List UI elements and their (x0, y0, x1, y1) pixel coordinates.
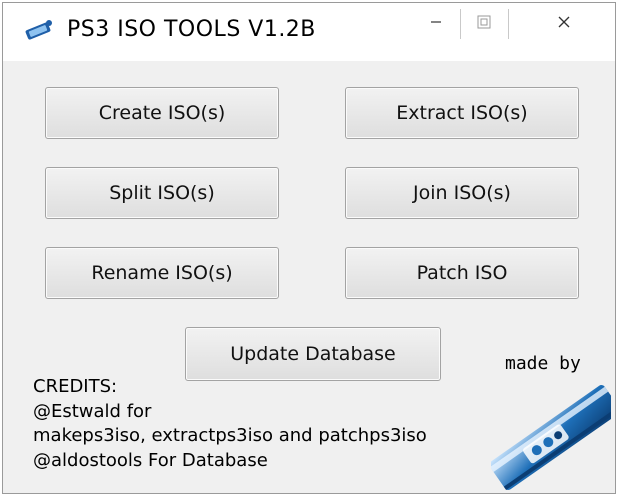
rename-iso-button[interactable]: Rename ISO(s) (45, 247, 279, 299)
split-iso-button[interactable]: Split ISO(s) (45, 167, 279, 219)
made-by-label: made by (505, 353, 581, 374)
minimize-icon (431, 21, 441, 23)
credits-line: @aldostools For Database (33, 449, 268, 471)
main-panel: Create ISO(s) Extract ISO(s) Split ISO(s… (3, 61, 615, 493)
credits-line: makeps3iso, extractps3iso and patchps3is… (33, 425, 427, 446)
window-title: PS3 ISO TOOLS V1.2B (67, 17, 316, 42)
maximize-icon (477, 15, 491, 29)
author-logo-icon (491, 385, 611, 491)
create-iso-button[interactable]: Create ISO(s) (45, 87, 279, 139)
update-database-button[interactable]: Update Database (185, 327, 441, 381)
title-bar[interactable]: PS3 ISO TOOLS V1.2B (3, 3, 615, 61)
credits-line: @Estwald for (33, 400, 152, 422)
maximize-button[interactable] (461, 3, 507, 41)
minimize-button[interactable] (413, 3, 459, 41)
join-iso-button[interactable]: Join ISO(s) (345, 167, 579, 219)
close-icon (558, 16, 570, 28)
caption-separator (508, 9, 509, 39)
patch-iso-button[interactable]: Patch ISO (345, 247, 579, 299)
credits-heading: CREDITS: (33, 376, 118, 397)
close-button[interactable] (539, 3, 589, 41)
credits-text: CREDITS: @Estwald for makeps3iso, extrac… (33, 375, 427, 473)
app-icon (25, 20, 52, 40)
app-window: PS3 ISO TOOLS V1.2B Create ISO(s) Extrac… (2, 2, 616, 494)
extract-iso-button[interactable]: Extract ISO(s) (345, 87, 579, 139)
